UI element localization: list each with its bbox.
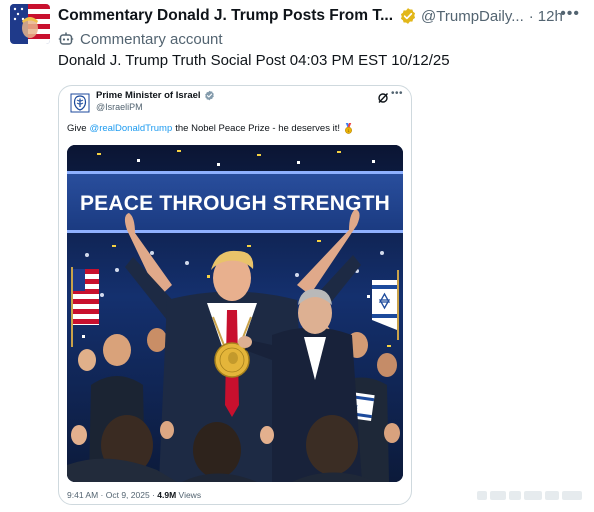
post-text: Donald J. Trump Truth Social Post 04:03 …	[58, 52, 450, 69]
quoted-handle[interactable]: @IsraeliPM	[96, 102, 143, 112]
mention-link[interactable]: @realDonaldTrump	[90, 123, 173, 134]
svg-text:1: 1	[347, 129, 349, 133]
quoted-name-row: Prime Minister of Israel	[96, 90, 215, 101]
display-name[interactable]: Commentary Donald J. Trump Posts From T.…	[58, 7, 393, 25]
quoted-display-name[interactable]: Prime Minister of Israel	[96, 90, 201, 101]
quoted-text-after: the Nobel Peace Prize - he deserves it!	[175, 123, 340, 134]
more-horizontal-icon[interactable]: •••	[560, 5, 580, 23]
image-banner-text: PEACE THROUGH STRENGTH	[79, 192, 391, 215]
quoted-avatar[interactable]	[69, 92, 91, 114]
quoted-meta: 9:41 AM · Oct 9, 2025 · 4.9M Views	[67, 490, 201, 500]
automated-account-icon	[58, 31, 74, 47]
gray-verified-badge-icon[interactable]	[204, 90, 215, 101]
verified-badge-icon[interactable]	[399, 7, 417, 25]
account-handle[interactable]: @TrumpDaily...	[421, 8, 524, 25]
quoted-timestamp[interactable]: 9:41 AM · Oct 9, 2025 ·	[67, 490, 155, 500]
grok-icon[interactable]	[377, 91, 389, 103]
watermark	[477, 488, 585, 502]
account-avatar[interactable]	[10, 4, 50, 44]
account-label-text: Commentary account	[80, 30, 223, 48]
quoted-post-card[interactable]: Prime Minister of Israel @IsraeliPM ••• …	[58, 85, 412, 505]
quoted-text: Give @realDonaldTrump the Nobel Peace Pr…	[67, 123, 354, 134]
quoted-views-label: Views	[178, 490, 202, 500]
quoted-views-count: 4.9M	[157, 490, 177, 500]
medal-icon: 1	[343, 123, 354, 134]
account-label[interactable]: Commentary account	[58, 29, 223, 49]
post-header: Commentary Donald J. Trump Posts From T.…	[58, 5, 586, 27]
post-time[interactable]: 12h	[538, 8, 563, 25]
header-separator: ·	[528, 7, 534, 25]
quoted-text-before: Give	[67, 123, 87, 134]
post-image[interactable]: PEACE THROUGH STRENGTH	[67, 145, 403, 482]
quoted-more-icon[interactable]: •••	[391, 88, 403, 99]
